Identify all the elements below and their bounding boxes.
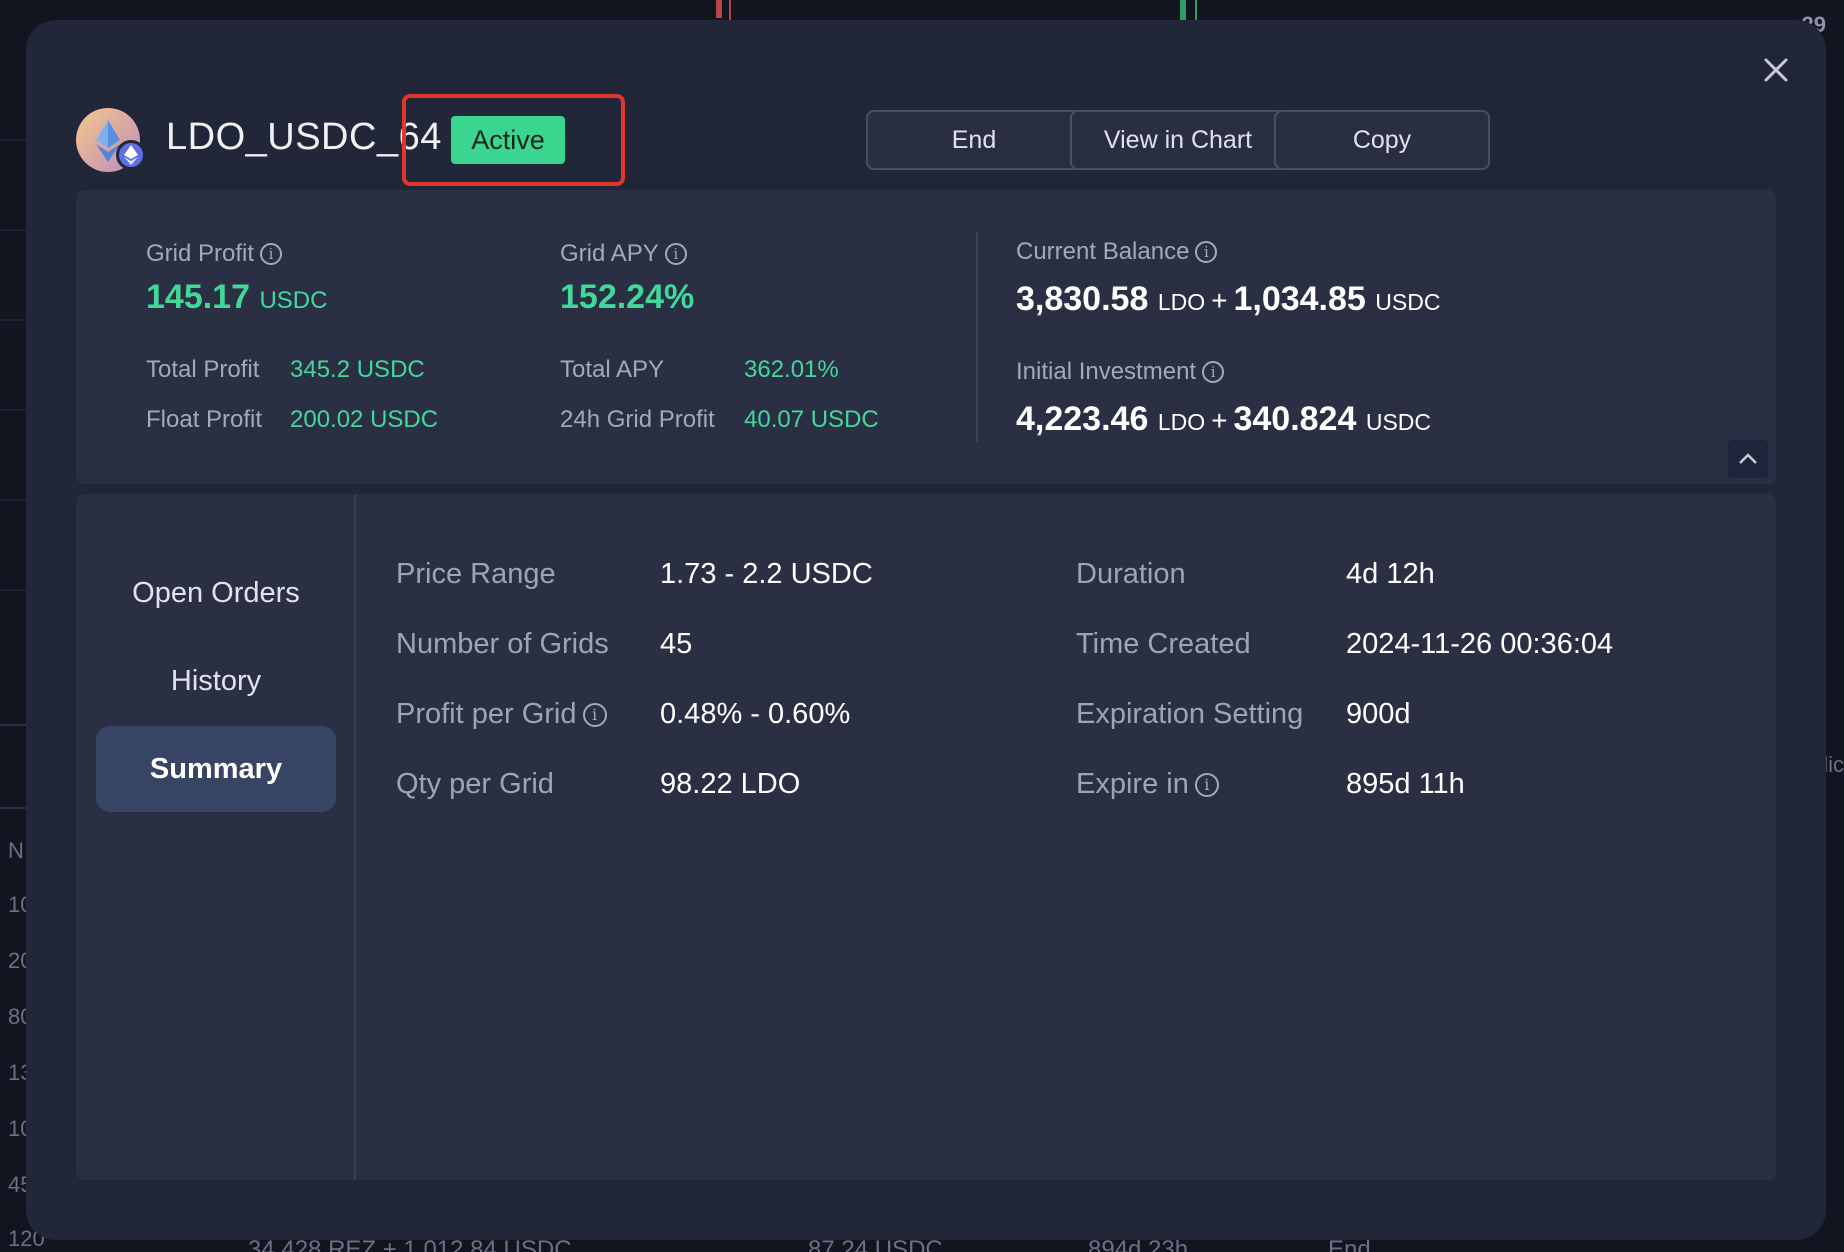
profit-stats-panel: Grid Profit i 145.17 USDC Grid APY i 152.2…	[76, 190, 1776, 484]
grid-profit-label: Grid Profit i	[146, 240, 283, 268]
tab-history[interactable]: History	[96, 638, 336, 724]
current-balance-value: 3,830.58 LDO +1,034.85 USDC	[1016, 280, 1441, 318]
copy-button[interactable]: Copy	[1274, 110, 1490, 170]
close-button[interactable]	[1756, 50, 1796, 90]
detail-panel: Open Orders History Summary Price Range …	[76, 494, 1776, 1180]
expire-in-label: Expire in i	[1076, 768, 1219, 801]
float-profit-value: 200.02 USDC	[290, 406, 439, 433]
grid-profit-value: 145.17 USDC	[146, 278, 328, 316]
total-profit-value: 345.2 USDC	[290, 356, 425, 383]
number-of-grids-value: 45	[660, 628, 693, 660]
grid-profit-24h-label: 24h Grid Profit	[560, 406, 715, 433]
expiration-setting-value: 900d	[1346, 698, 1411, 730]
info-icon[interactable]: i	[260, 243, 283, 265]
initial-investment-label: Initial Investment i	[1016, 358, 1225, 386]
info-icon[interactable]: i	[1195, 241, 1218, 263]
total-apy-label: Total APY	[560, 356, 665, 383]
total-apy-value: 362.01%	[744, 356, 839, 383]
profit-per-grid-label: Profit per Grid i	[396, 698, 607, 731]
initial-investment-value: 4,223.46 LDO +340.824 USDC	[1016, 400, 1431, 438]
end-button[interactable]: End	[866, 110, 1082, 170]
info-icon[interactable]: i	[1202, 361, 1225, 383]
chevron-up-icon	[1739, 453, 1757, 464]
duration-label: Duration	[1076, 558, 1186, 590]
qty-per-grid-value: 98.22 LDO	[660, 768, 801, 800]
grid-profit-24h-value: 40.07 USDC	[744, 406, 879, 433]
float-profit-label: Float Profit	[146, 406, 263, 433]
profit-per-grid-value: 0.48% - 0.60%	[660, 698, 851, 730]
stats-divider	[976, 232, 978, 442]
expiration-setting-label: Expiration Setting	[1076, 698, 1304, 730]
tab-open-orders[interactable]: Open Orders	[96, 550, 336, 636]
current-balance-label: Current Balance i	[1016, 238, 1218, 266]
total-profit-label: Total Profit	[146, 356, 260, 383]
tab-summary[interactable]: Summary	[96, 726, 336, 812]
grid-apy-label: Grid APY i	[560, 240, 687, 268]
info-icon[interactable]: i	[1194, 773, 1219, 797]
collapse-button[interactable]	[1728, 440, 1768, 478]
time-created-label: Time Created	[1076, 628, 1251, 660]
price-range-value: 1.73 - 2.2 USDC	[660, 558, 873, 590]
status-highlight-annotation	[402, 94, 625, 186]
background-row-label: N	[8, 838, 24, 863]
qty-per-grid-label: Qty per Grid	[396, 768, 554, 800]
background-side-label: lic	[1823, 752, 1844, 777]
ethereum-chain-icon	[116, 140, 146, 170]
sidebar-divider	[354, 494, 356, 1180]
view-in-chart-button[interactable]: View in Chart	[1070, 110, 1286, 170]
expire-in-value: 895d 11h	[1346, 768, 1465, 800]
grid-bot-details-modal: LDO_USDC_64 Active End View in Chart Cop…	[26, 20, 1826, 1240]
modal-header: LDO_USDC_64 Active End View in Chart Cop…	[76, 88, 1776, 192]
info-icon[interactable]: i	[582, 703, 607, 727]
close-icon	[1764, 58, 1788, 82]
info-icon[interactable]: i	[664, 243, 687, 265]
grid-apy-value: 152.24%	[560, 278, 695, 316]
time-created-value: 2024-11-26 00:36:04	[1346, 628, 1614, 660]
price-range-label: Price Range	[396, 558, 556, 590]
number-of-grids-label: Number of Grids	[396, 628, 609, 660]
duration-value: 4d 12h	[1346, 558, 1435, 590]
bot-name: LDO_USDC_64	[166, 116, 442, 158]
